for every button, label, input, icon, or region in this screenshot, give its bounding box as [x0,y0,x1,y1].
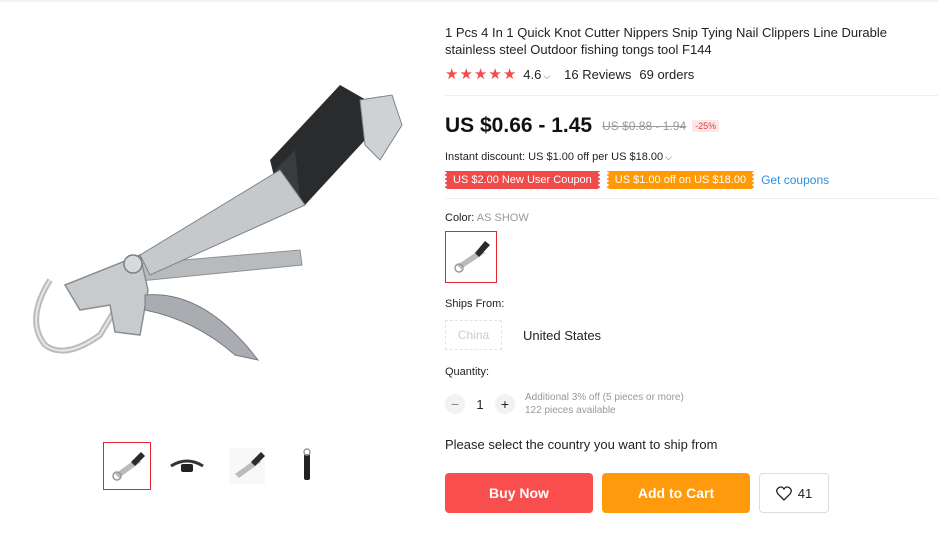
pieces-available: 122 pieces available [525,405,616,416]
color-option-as-show[interactable] [445,231,497,283]
color-label-row: Color: AS SHOW [445,212,938,224]
price-row: US $0.66 - 1.45 US $0.88 - 1.94 -25% [445,114,938,138]
wishlist-button[interactable]: 41 [759,473,829,513]
original-price: US $0.88 - 1.94 [602,119,687,133]
heart-icon [775,485,792,501]
star-rating: ★ ★ ★ ★ ★ [445,67,516,82]
ships-from-label: Ships From: [445,298,505,310]
product-info: 1 Pcs 4 In 1 Quick Knot Cutter Nippers S… [444,24,938,513]
discount-badge: -25% [692,120,720,132]
quantity-value[interactable]: 1 [465,397,495,412]
new-user-coupon[interactable]: US $2.00 New User Coupon [444,171,601,189]
ship-option-united-states[interactable]: United States [523,328,601,343]
quantity-label: Quantity: [445,366,490,378]
rating-row: ★ ★ ★ ★ ★ 4.6 ⌵ 16 Reviews 69 orders [445,67,938,82]
main-product-image[interactable] [20,60,420,390]
instant-discount-text: Instant discount: US $1.00 off per US $1… [445,151,664,163]
chevron-down-icon: ⌵ [543,71,551,81]
rating-value: 4.6 [523,67,542,82]
quantity-discount-note: Additional 3% off (5 pieces or more) [525,392,684,403]
thumbnail-3[interactable] [223,442,271,490]
thumbnail-4[interactable] [283,442,331,490]
quantity-info: Additional 3% off (5 pieces or more) 122… [525,391,684,417]
rating-value-dropdown[interactable]: 4.6 ⌵ [523,67,550,82]
header-divider [0,0,938,2]
star-icon: ★ [473,66,488,83]
instant-discount-dropdown[interactable]: Instant discount: US $1.00 off per US $1… [445,151,938,163]
color-value: AS SHOW [476,212,529,224]
wishlist-count: 41 [797,485,813,501]
star-icon: ★ [445,66,459,83]
ship-option-china[interactable]: China [445,320,502,350]
get-coupons-link[interactable]: Get coupons [761,173,829,187]
add-to-cart-button[interactable]: Add to Cart [602,473,750,513]
action-buttons: Buy Now Add to Cart 41 [445,473,938,513]
reviews-link[interactable]: 16 Reviews [564,67,631,82]
quantity-stepper: − 1 + Additional 3% off (5 pieces or mor… [445,391,938,417]
thumbnail-2[interactable] [163,442,211,490]
ships-from-options: China United States [445,320,938,350]
orders-count: 69 orders [639,67,695,82]
divider [445,95,938,96]
star-icon: ★ [459,66,473,83]
chevron-down-icon: ⌵ [665,151,672,162]
store-coupon[interactable]: US $1.00 off on US $18.00 [605,171,756,189]
star-icon: ★ [502,66,517,83]
thumbnail-strip [103,442,331,490]
current-price: US $0.66 - 1.45 [445,114,593,137]
ship-from-notice: Please select the country you want to sh… [445,437,718,452]
color-label: Color: [445,212,475,224]
minus-icon[interactable]: − [445,394,465,414]
buy-now-button[interactable]: Buy Now [445,473,593,513]
thumbnail-1[interactable] [103,442,151,490]
star-icon: ★ [488,66,502,83]
coupon-row: US $2.00 New User Coupon US $1.00 off on… [444,171,938,189]
divider [445,198,938,199]
product-title: 1 Pcs 4 In 1 Quick Knot Cutter Nippers S… [445,25,887,57]
plus-icon[interactable]: + [495,394,515,414]
